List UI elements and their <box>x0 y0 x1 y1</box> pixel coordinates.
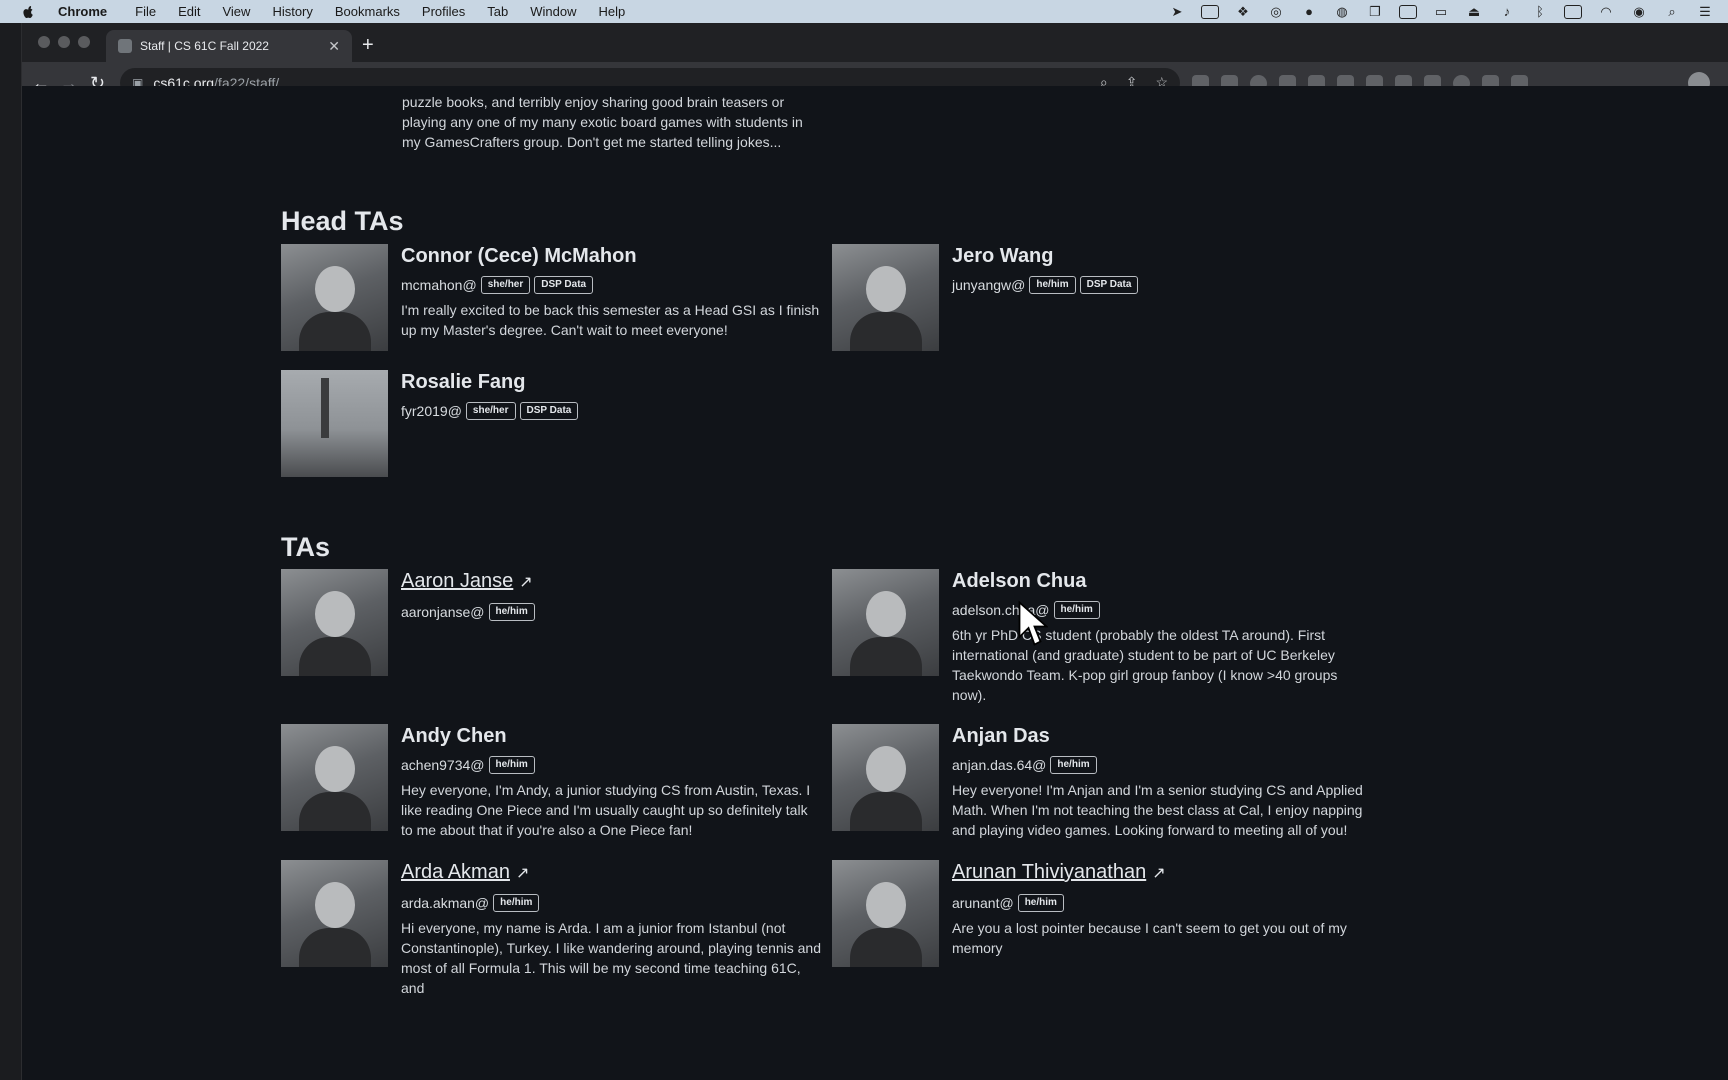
section-title-tas: TAs <box>281 532 331 562</box>
menu-file[interactable]: File <box>135 4 156 19</box>
staff-photo <box>281 569 388 676</box>
creative-cloud-icon[interactable]: ◎ <box>1267 4 1285 19</box>
staff-name-link[interactable]: Arda Akman ↗ <box>401 860 821 886</box>
close-tab-icon[interactable]: ✕ <box>328 38 340 55</box>
staff-email: achen9734@ <box>401 757 485 773</box>
staff-photo <box>281 724 388 831</box>
menu-window[interactable]: Window <box>530 4 576 19</box>
staff-photo <box>832 724 939 831</box>
tab-favicon-icon <box>118 39 132 53</box>
staff-bio: Hey everyone, I'm Andy, a junior studyin… <box>401 782 811 838</box>
external-link-icon[interactable]: ↗ <box>516 862 529 886</box>
menu-history[interactable]: History <box>272 4 312 19</box>
user-icon[interactable]: ◉ <box>1630 4 1648 19</box>
staff-name: Adelson Chua <box>952 570 1087 592</box>
new-tab-button[interactable]: + <box>362 35 374 55</box>
pronoun-badge: he/him <box>493 894 540 912</box>
wifi-icon[interactable]: ◠ <box>1597 4 1615 19</box>
staff-page: puzzle books, and terribly enjoy sharing… <box>22 86 1728 1080</box>
staff-name-link[interactable]: Aaron Janse ↗ <box>401 569 821 595</box>
staff-photo <box>832 569 939 676</box>
close-window-icon[interactable] <box>38 36 50 48</box>
dropbox-icon[interactable]: ❖ <box>1234 4 1252 19</box>
pronoun-badge: he/him <box>1053 601 1100 619</box>
menu-edit[interactable]: Edit <box>178 4 200 19</box>
eject-icon[interactable]: ⏏ <box>1465 4 1483 19</box>
staff-name: Jero Wang <box>952 245 1054 267</box>
staff-bio: Hi everyone, my name is Arda. I am a jun… <box>401 920 821 996</box>
section-title-head-tas: Head TAs <box>281 206 404 236</box>
pronoun-badge: he/him <box>1029 276 1076 294</box>
menu-tab[interactable]: Tab <box>487 4 508 19</box>
pronoun-badge: he/him <box>488 603 535 621</box>
staff-name[interactable]: Arunan Thiviyanathan <box>952 861 1146 883</box>
external-link-icon[interactable]: ↗ <box>519 571 532 595</box>
role-badge: DSP Data <box>534 276 594 294</box>
staff-email: aaronjanse@ <box>401 604 485 620</box>
zoom-window-icon[interactable] <box>78 36 90 48</box>
browser-tab[interactable]: Staff | CS 61C Fall 2022 ✕ <box>106 30 352 62</box>
display-icon[interactable]: ▭ <box>1432 4 1450 19</box>
pronoun-badge: he/him <box>1017 894 1064 912</box>
macos-menubar: Chrome File Edit View History Bookmarks … <box>0 0 1728 23</box>
battery-icon[interactable] <box>1564 4 1582 19</box>
window-edge <box>0 23 22 1080</box>
staff-name: Rosalie Fang <box>401 371 526 393</box>
staff-email: arunant@ <box>952 895 1014 911</box>
volume-icon[interactable]: ♪ <box>1498 4 1516 19</box>
adobe-icon[interactable] <box>1201 4 1219 19</box>
media-icon[interactable]: ● <box>1300 4 1318 19</box>
staff-photo <box>832 860 939 967</box>
staff-name: Connor (Cece) McMahon <box>401 245 637 267</box>
menu-profiles[interactable]: Profiles <box>422 4 465 19</box>
globe-icon[interactable]: ◍ <box>1333 4 1351 19</box>
menu-help[interactable]: Help <box>599 4 626 19</box>
staff-email: anjan.das.64@ <box>952 757 1047 773</box>
staff-photo <box>281 860 388 967</box>
pronoun-badge: she/her <box>465 402 516 420</box>
pronoun-badge: he/him <box>488 756 535 774</box>
mouse-cursor-icon <box>1018 600 1048 646</box>
staff-email: mcmahon@ <box>401 277 477 293</box>
staff-name-link[interactable]: Arunan Thiviyanathan ↗ <box>952 860 1372 886</box>
role-badge: DSP Data <box>519 402 579 420</box>
status-tray: ➤ ❖ ◎ ● ◍ ❐ ▭ ⏏ ♪ ᛒ ◠ ◉ ⌕ ☰ <box>1168 0 1714 23</box>
staff-bio: 6th yr PhD CS student (probably the olde… <box>952 627 1338 703</box>
staff-name[interactable]: Arda Akman <box>401 861 510 883</box>
external-link-icon[interactable]: ↗ <box>1152 862 1165 886</box>
control-center-icon[interactable]: ☰ <box>1696 4 1714 19</box>
staff-name: Andy Chen <box>401 725 507 747</box>
apple-icon[interactable] <box>20 4 36 20</box>
input-source-icon[interactable] <box>1399 4 1417 19</box>
pronoun-badge: he/him <box>1050 756 1097 774</box>
tab-title: Staff | CS 61C Fall 2022 <box>140 39 269 53</box>
location-icon[interactable]: ➤ <box>1168 4 1186 19</box>
staff-email: junyangw@ <box>952 277 1026 293</box>
staff-photo <box>832 244 939 351</box>
staff-bio: Hey everyone! I'm Anjan and I'm a senior… <box>952 782 1363 838</box>
menu-bookmarks[interactable]: Bookmarks <box>335 4 400 19</box>
role-badge: DSP Data <box>1079 276 1139 294</box>
windows-icon[interactable]: ❐ <box>1366 4 1384 19</box>
staff-email: fyr2019@ <box>401 403 462 419</box>
staff-email: arda.akman@ <box>401 895 490 911</box>
menu-app-name[interactable]: Chrome <box>58 4 107 19</box>
spotlight-icon[interactable]: ⌕ <box>1663 4 1681 19</box>
staff-bio: I'm really excited to be back this semes… <box>401 302 820 338</box>
menu-view[interactable]: View <box>222 4 250 19</box>
bluetooth-icon[interactable]: ᛒ <box>1531 4 1549 19</box>
staff-photo <box>281 244 388 351</box>
pronoun-badge: she/her <box>480 276 531 294</box>
staff-name: Anjan Das <box>952 725 1050 747</box>
staff-bio: Are you a lost pointer because I can't s… <box>952 920 1347 956</box>
instructor-bio-continued: puzzle books, and terribly enjoy sharing… <box>402 94 803 150</box>
staff-photo <box>281 370 388 477</box>
staff-name[interactable]: Aaron Janse <box>401 570 513 592</box>
minimize-window-icon[interactable] <box>58 36 70 48</box>
